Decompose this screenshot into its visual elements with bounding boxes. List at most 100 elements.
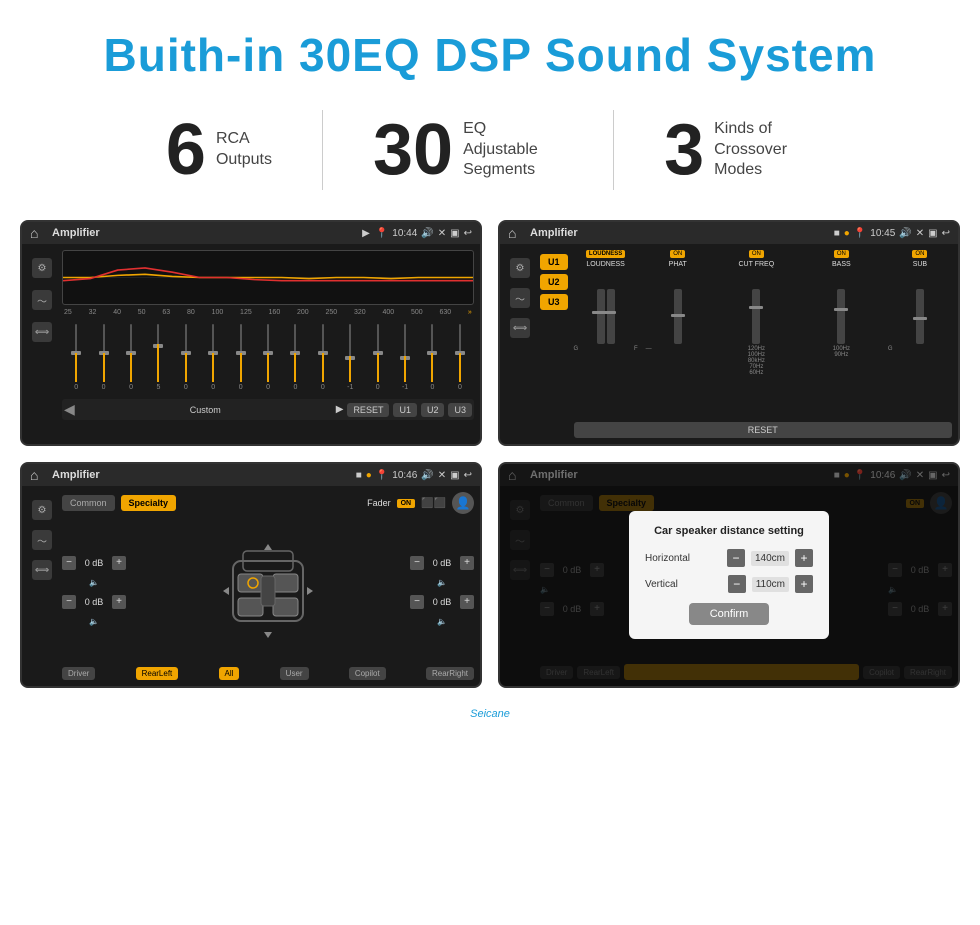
band-63: 63 — [162, 309, 170, 316]
band-expand[interactable]: » — [468, 309, 472, 316]
phat-g: — — [646, 346, 652, 352]
u2-btn-1[interactable]: U2 — [421, 403, 445, 417]
preset-u2[interactable]: U2 — [540, 274, 568, 290]
fader-label-3: Fader — [367, 498, 391, 508]
band-630: 630 — [439, 309, 451, 316]
vol-icon-2: 🔊 — [899, 228, 911, 239]
distance-modal: Car speaker distance setting Horizontal … — [629, 511, 829, 639]
speaker-bottom-left: − 0 dB + — [62, 595, 126, 609]
all-btn[interactable]: All — [219, 667, 240, 680]
eq-faders: 0 0 0 5 0 — [62, 320, 474, 395]
plus-bottom-right[interactable]: + — [460, 595, 474, 609]
vertical-value: 110cm — [752, 577, 789, 592]
home-icon-2[interactable]: ⌂ — [508, 225, 524, 241]
preset-u3[interactable]: U3 — [540, 294, 568, 310]
eq-main: 25 32 40 50 63 80 100 125 160 200 250 32… — [62, 250, 474, 438]
minus-top-right[interactable]: − — [410, 556, 424, 570]
time-2: 10:45 — [870, 228, 895, 239]
dot-icon-3: ● — [366, 470, 372, 481]
minus-bottom-right[interactable]: − — [410, 595, 424, 609]
eq-band-labels: 25 32 40 50 63 80 100 125 160 200 250 32… — [62, 309, 474, 316]
db-bottom-left: 0 dB — [80, 597, 108, 607]
fader-9[interactable]: 0 — [283, 324, 307, 391]
user-btn[interactable]: User — [280, 667, 309, 680]
plus-bottom-left[interactable]: + — [112, 595, 126, 609]
horizontal-minus[interactable]: − — [727, 549, 745, 567]
sub-label: SUB — [913, 261, 927, 268]
preset-u1[interactable]: U1 — [540, 254, 568, 270]
vertical-minus[interactable]: − — [728, 575, 746, 593]
home-icon-1[interactable]: ⌂ — [30, 225, 46, 241]
amp-icon-1[interactable]: ⚙ — [510, 258, 530, 278]
plus-top-left[interactable]: + — [112, 556, 126, 570]
stat-rca: 6 RCAOutputs — [116, 114, 322, 186]
band-160: 160 — [269, 309, 281, 316]
horizontal-value: 140cm — [751, 551, 789, 566]
fader-13[interactable]: -1 — [393, 324, 417, 391]
fader-12[interactable]: 0 — [365, 324, 389, 391]
pin-icon-1: 📍 — [376, 228, 388, 239]
speaker-icon-tr: 🔈 — [410, 578, 474, 587]
vol-icon-3: 🔊 — [421, 470, 433, 481]
status-title-3: Amplifier — [52, 469, 350, 481]
minus-bottom-left[interactable]: − — [62, 595, 76, 609]
fader-10[interactable]: 0 — [311, 324, 335, 391]
fader-1[interactable]: 0 — [64, 324, 88, 391]
fader-icon-2[interactable]: 〜 — [32, 530, 52, 550]
fader-14[interactable]: 0 — [420, 324, 444, 391]
band-125: 125 — [240, 309, 252, 316]
stat-label-rca: RCAOutputs — [216, 129, 272, 171]
reset-btn-1[interactable]: RESET — [347, 403, 389, 417]
eq-icon-2[interactable]: 〜 — [32, 290, 52, 310]
screen-distance: ⌂ Amplifier ■ ● 📍 10:46 🔊 ✕ ▣ ↩ ⚙ 〜 ⟺ — [498, 462, 960, 688]
confirm-button[interactable]: Confirm — [689, 603, 769, 625]
specialty-tab-3[interactable]: Specialty — [121, 495, 177, 511]
fader-sidebar: ⚙ 〜 ⟺ — [28, 492, 56, 680]
copilot-btn[interactable]: Copilot — [349, 667, 386, 680]
screen-amp: ⌂ Amplifier ■ ● 📍 10:45 🔊 ✕ ▣ ↩ ⚙ 〜 ⟺ — [498, 220, 960, 446]
plus-top-right[interactable]: + — [460, 556, 474, 570]
prev-icon[interactable]: ◀ — [64, 401, 75, 418]
toggle-icon-3[interactable]: ⬛⬛ — [421, 498, 446, 509]
amp-icon-2[interactable]: 〜 — [510, 288, 530, 308]
time-1: 10:44 — [392, 228, 417, 239]
cutfreq-hz-5: 60Hz — [748, 370, 765, 376]
stat-number-rca: 6 — [166, 114, 206, 186]
minus-top-left[interactable]: − — [62, 556, 76, 570]
amp-icon-3[interactable]: ⟺ — [510, 318, 530, 338]
driver-btn[interactable]: Driver — [62, 667, 95, 680]
fader-11[interactable]: -1 — [338, 324, 362, 391]
common-tab-3[interactable]: Common — [62, 495, 115, 511]
stat-eq: 30 EQ AdjustableSegments — [323, 114, 613, 186]
fader-4[interactable]: 5 — [146, 324, 170, 391]
eq-icon-3[interactable]: ⟺ — [32, 322, 52, 342]
status-bar-3: ⌂ Amplifier ■ ● 📍 10:46 🔊 ✕ ▣ ↩ — [22, 464, 480, 486]
loudness-label: LOUDNESS — [586, 261, 625, 268]
play-icon-1: ▶ — [362, 228, 370, 239]
fader-icon-1[interactable]: ⚙ — [32, 500, 52, 520]
fader-8[interactable]: 0 — [256, 324, 280, 391]
u3-btn-1[interactable]: U3 — [448, 403, 472, 417]
fader-15[interactable]: 0 — [448, 324, 472, 391]
sub-on: ON — [912, 250, 927, 258]
fader-icon-3[interactable]: ⟺ — [32, 560, 52, 580]
fader-5[interactable]: 0 — [174, 324, 198, 391]
rearleft-btn[interactable]: RearLeft — [136, 667, 179, 680]
home-icon-3[interactable]: ⌂ — [30, 467, 46, 483]
preset-label: Custom — [79, 405, 332, 415]
sub-g: G — [888, 346, 893, 352]
vertical-plus[interactable]: + — [795, 575, 813, 593]
next-icon[interactable]: ▶ — [336, 404, 344, 415]
u1-btn-1[interactable]: U1 — [393, 403, 417, 417]
fader-2[interactable]: 0 — [91, 324, 115, 391]
eq-icon-1[interactable]: ⚙ — [32, 258, 52, 278]
fader-7[interactable]: 0 — [228, 324, 252, 391]
reset-btn-2[interactable]: RESET — [574, 422, 952, 438]
fader-3[interactable]: 0 — [119, 324, 143, 391]
vertical-label: Vertical — [645, 579, 722, 590]
screen-icon-1: ▣ — [450, 228, 459, 239]
rearright-btn[interactable]: RearRight — [426, 667, 474, 680]
horizontal-plus[interactable]: + — [795, 549, 813, 567]
fader-6[interactable]: 0 — [201, 324, 225, 391]
band-400: 400 — [382, 309, 394, 316]
